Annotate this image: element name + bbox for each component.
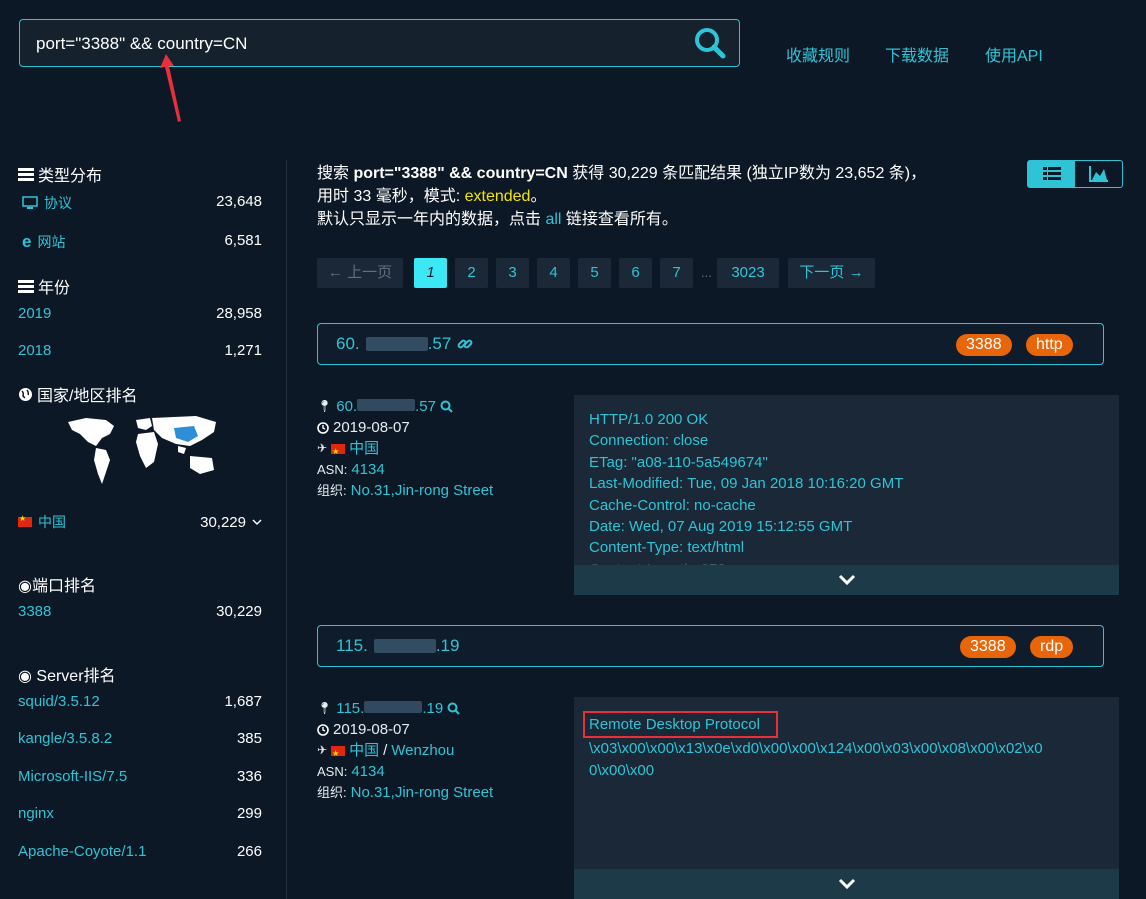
server-row[interactable]: Microsoft-IIS/7.5 336 bbox=[18, 768, 262, 785]
protocol-badge[interactable]: http bbox=[1026, 334, 1073, 356]
list-icon bbox=[18, 168, 34, 181]
result-date: 2019-08-07 bbox=[333, 419, 410, 436]
result-org-link[interactable]: No.31,Jin-rong Street bbox=[351, 480, 494, 501]
chevron-down-icon bbox=[838, 878, 855, 890]
result-city-link[interactable]: Wenzhou bbox=[391, 740, 454, 761]
sidebar-divider bbox=[286, 160, 287, 899]
highlighted-protocol: Remote Desktop Protocol bbox=[583, 711, 778, 739]
country-row-cn[interactable]: 中国 30,229 bbox=[18, 512, 262, 532]
page-1-button[interactable]: 1 bbox=[414, 258, 447, 288]
result-summary: 搜索 port="3388" && country=CN 获得 30,229 条… bbox=[317, 165, 927, 228]
page-2-button[interactable]: 2 bbox=[455, 258, 488, 288]
search-icon[interactable] bbox=[693, 26, 727, 60]
favorite-rules-link[interactable]: 收藏规则 bbox=[786, 42, 850, 66]
chevron-down-icon[interactable] bbox=[252, 518, 262, 526]
port-ranking-title: ◉端口排名 bbox=[18, 578, 96, 595]
search-bar bbox=[19, 19, 740, 67]
view-toggle bbox=[1027, 160, 1123, 188]
server-row[interactable]: kangle/3.5.8.2 385 bbox=[18, 730, 262, 747]
list-icon bbox=[18, 280, 34, 293]
type-count: 6,581 bbox=[224, 232, 262, 249]
expand-banner-button[interactable] bbox=[574, 869, 1119, 899]
link-icon[interactable] bbox=[457, 336, 473, 352]
result-banner: HTTP/1.0 200 OK Connection: close ETag: … bbox=[574, 395, 1119, 595]
summary-query: port="3388" && country=CN bbox=[353, 165, 568, 182]
monitor-icon bbox=[22, 196, 38, 209]
chevron-down-icon bbox=[838, 574, 855, 586]
type-row-protocol[interactable]: 协议 23,648 bbox=[18, 193, 262, 213]
china-flag-icon bbox=[331, 743, 346, 764]
type-distribution-title: 类型分布 bbox=[18, 162, 102, 186]
china-flag-icon bbox=[18, 514, 32, 527]
clock-icon bbox=[317, 723, 329, 736]
result-banner: Remote Desktop Protocol \x03\x00\x00\x13… bbox=[574, 697, 1119, 899]
area-chart-icon bbox=[1088, 166, 1108, 182]
summary-mode: extended bbox=[464, 188, 531, 205]
type-label: 协议 bbox=[44, 195, 72, 211]
meta-ip-link[interactable]: 60. .57 bbox=[336, 396, 436, 417]
server-row[interactable]: nginx 299 bbox=[18, 805, 262, 822]
type-label: 网站 bbox=[37, 234, 66, 250]
type-row-website[interactable]: e 网站 6,581 bbox=[18, 232, 262, 252]
prev-page-button[interactable]: ← 上一页 bbox=[317, 258, 403, 288]
clock-icon bbox=[317, 421, 329, 434]
map-marker-icon: 📍︎ bbox=[317, 399, 333, 413]
result-header[interactable]: 60. .57 3388 http bbox=[317, 323, 1104, 365]
result-meta: 📍︎ 60..57 2019-08-07 ✈ 中国 ASN: 4134 组织: … bbox=[317, 396, 567, 501]
download-data-link[interactable]: 下载数据 bbox=[885, 42, 949, 66]
plane-icon: ✈ bbox=[317, 441, 328, 455]
search-icon[interactable] bbox=[447, 702, 460, 715]
globe-icon bbox=[19, 387, 32, 401]
year-title: 年份 bbox=[18, 274, 70, 298]
all-link[interactable]: all bbox=[545, 211, 561, 228]
result-ip[interactable]: 60. .57 bbox=[336, 334, 473, 354]
redaction-mask bbox=[365, 337, 428, 351]
page-7-button[interactable]: 7 bbox=[660, 258, 693, 288]
expand-banner-button[interactable] bbox=[574, 565, 1119, 595]
server-row[interactable]: Apache-Coyote/1.1 266 bbox=[18, 843, 262, 860]
page-3-button[interactable]: 3 bbox=[496, 258, 529, 288]
port-row[interactable]: 3388 30,229 bbox=[18, 603, 262, 620]
country-ranking-title: 国家/地区排名 bbox=[18, 382, 137, 406]
search-input[interactable] bbox=[34, 30, 678, 58]
page-4-button[interactable]: 4 bbox=[537, 258, 570, 288]
meta-ip-link[interactable]: 115. .19 bbox=[336, 698, 443, 719]
server-row[interactable]: squid/3.5.12 1,687 bbox=[18, 693, 262, 710]
result-header[interactable]: 115. .19 3388 rdp bbox=[317, 625, 1104, 667]
redaction-mask bbox=[373, 639, 436, 653]
port-badge[interactable]: 3388 bbox=[956, 334, 1012, 356]
use-api-link[interactable]: 使用API bbox=[985, 42, 1043, 66]
ie-icon: e bbox=[22, 232, 32, 251]
result-ip[interactable]: 115. .19 bbox=[336, 636, 459, 656]
page-last-button[interactable]: 3023 bbox=[717, 258, 779, 288]
next-page-button[interactable]: 下一页 → bbox=[788, 258, 875, 288]
result-country-link[interactable]: 中国 bbox=[349, 740, 379, 761]
pagination: ← 上一页 1 2 3 4 5 6 7 ... 3023 下一页 → bbox=[317, 258, 887, 288]
page-5-button[interactable]: 5 bbox=[578, 258, 611, 288]
map-marker-icon: 📍︎ bbox=[317, 701, 333, 715]
server-ranking-title: ◉ Server排名 bbox=[18, 668, 116, 685]
plane-icon: ✈ bbox=[317, 743, 328, 757]
result-asn-link[interactable]: 4134 bbox=[351, 459, 384, 480]
search-icon[interactable] bbox=[440, 400, 453, 413]
list-view-button[interactable] bbox=[1028, 161, 1075, 187]
result-org-link[interactable]: No.31,Jin-rong Street bbox=[351, 782, 494, 803]
port-badge[interactable]: 3388 bbox=[960, 636, 1016, 658]
red-arrow-annotation bbox=[160, 54, 181, 122]
page-6-button[interactable]: 6 bbox=[619, 258, 652, 288]
chart-view-button[interactable] bbox=[1075, 161, 1122, 187]
protocol-badge[interactable]: rdp bbox=[1030, 636, 1074, 658]
china-flag-icon bbox=[331, 441, 346, 462]
list-icon bbox=[1042, 167, 1061, 180]
result-country-link[interactable]: 中国 bbox=[349, 438, 379, 459]
pager-ellipsis: ... bbox=[701, 265, 712, 280]
world-map bbox=[68, 416, 216, 484]
result-date: 2019-08-07 bbox=[333, 721, 410, 738]
year-row[interactable]: 2018 1,271 bbox=[18, 342, 262, 359]
type-count: 23,648 bbox=[216, 193, 262, 210]
result-meta: 📍︎ 115..19 2019-08-07 ✈ 中国 / Wenzhou ASN… bbox=[317, 698, 567, 803]
result-asn-link[interactable]: 4134 bbox=[351, 761, 384, 782]
year-row[interactable]: 2019 28,958 bbox=[18, 305, 262, 322]
